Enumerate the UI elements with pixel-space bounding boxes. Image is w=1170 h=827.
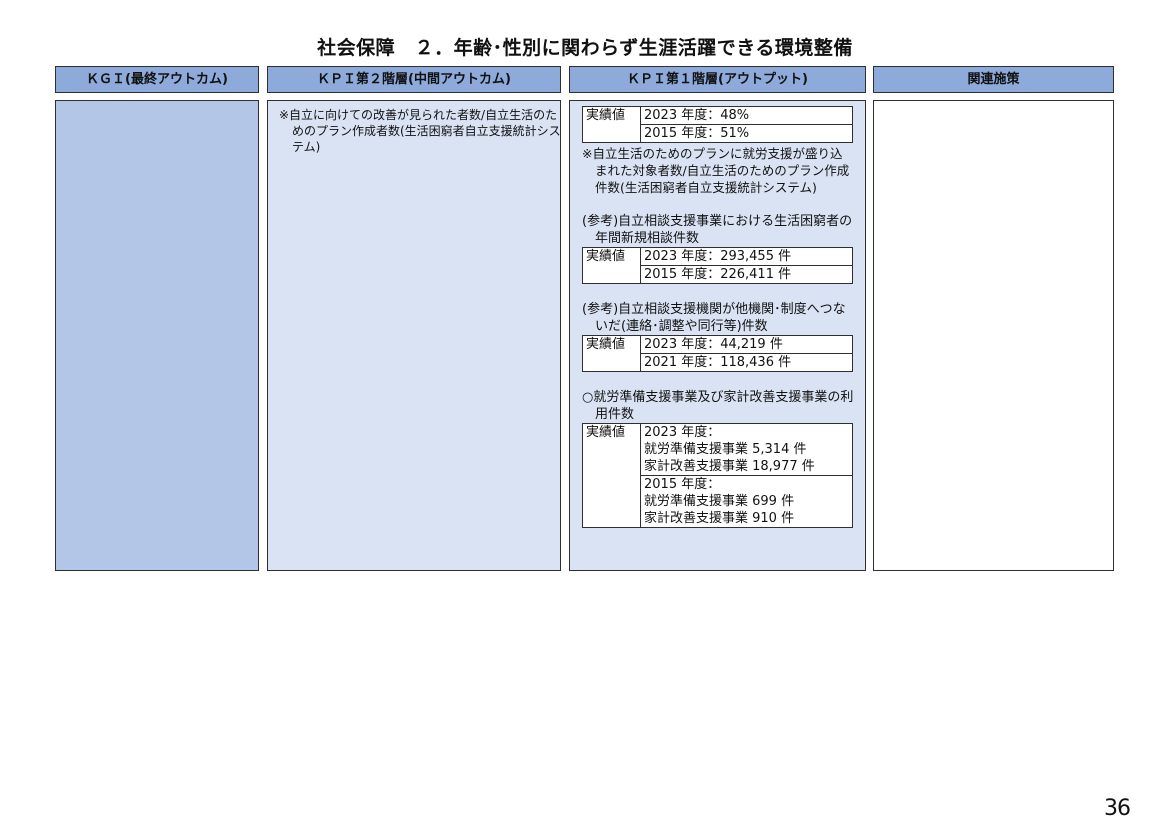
kpi-heading-usage: ○就労準備支援事業及び家計改善支援事業の利用件数 [582, 390, 854, 422]
kpi-heading-referrals: (参考)自立相談支援機関が他機関･制度へつないだ(連絡･調整や同行等)件数 [582, 302, 846, 334]
results-value: 2023 年度：293,455 件 [640, 247, 853, 266]
kpi-heading-consultations: (参考)自立相談支援事業における生活困窮者の年間新規相談件数 [582, 214, 853, 246]
results-line: 就労準備支援事業 699 件 [644, 494, 795, 509]
results-label: 実績値 [582, 247, 641, 284]
results-value: 2015 年度：51% [640, 124, 853, 143]
results-value: 2023 年度： 就労準備支援事業 5,314 件 家計改善支援事業 18,97… [640, 423, 853, 476]
results-year: 2023 年度： [644, 425, 721, 440]
results-label: 実績値 [582, 423, 641, 528]
kpi-level1-column: 実績値 2023 年度：48% 2015 年度：51% ※自立生活のためのプラン… [569, 100, 866, 571]
kpi-note: ※自立生活のためのプランに就労支援が盛り込まれた対象者数/自立生活のためのプラン… [582, 146, 850, 195]
results-label: 実績値 [582, 335, 641, 372]
kpi-level2-column: ※自立に向けての改善が見られた者数/自立生活のためのプラン作成者数(生活困窮者自… [267, 100, 561, 571]
page-title: 社会保障 ２．年齢･性別に関わらず生涯活躍できる環境整備 [317, 37, 853, 59]
results-table-3: 実績値 2023 年度：44,219 件 2021 年度：118,436 件 [582, 335, 853, 372]
results-year: 2015 年度： [644, 477, 721, 492]
results-table-4: 実績値 2023 年度： 就労準備支援事業 5,314 件 家計改善支援事業 1… [582, 423, 853, 528]
results-line: 就労準備支援事業 5,314 件 [644, 442, 807, 457]
results-value: 2023 年度：44,219 件 [640, 335, 853, 354]
results-value: 2015 年度：226,411 件 [640, 265, 853, 284]
results-label: 実績値 [582, 106, 641, 143]
page-number: 36 [1104, 796, 1131, 821]
kpi-level2-text: ※自立に向けての改善が見られた者数/自立生活のためのプラン作成者数(生活困窮者自… [279, 108, 561, 154]
results-value: 2021 年度：118,436 件 [640, 353, 853, 372]
related-policies-column [873, 100, 1114, 571]
kgi-column [55, 100, 259, 571]
results-table-1: 実績値 2023 年度：48% 2015 年度：51% [582, 106, 853, 143]
kpi-level1-content: 実績値 2023 年度：48% 2015 年度：51% ※自立生活のためのプラン… [582, 106, 854, 528]
results-value: 2023 年度：48% [640, 106, 853, 125]
results-line: 家計改善支援事業 18,977 件 [644, 459, 815, 474]
header-kpi-level2: ＫＰＩ第２階層(中間アウトカム) [267, 66, 561, 93]
header-kpi-level1: ＫＰＩ第１階層(アウトプット) [569, 66, 866, 93]
results-line: 家計改善支援事業 910 件 [644, 511, 795, 526]
results-table-2: 実績値 2023 年度：293,455 件 2015 年度：226,411 件 [582, 247, 853, 284]
header-related-policies: 関連施策 [873, 66, 1114, 93]
results-value: 2015 年度： 就労準備支援事業 699 件 家計改善支援事業 910 件 [640, 475, 853, 528]
header-kgi: ＫＧＩ(最終アウトカム) [55, 66, 259, 93]
